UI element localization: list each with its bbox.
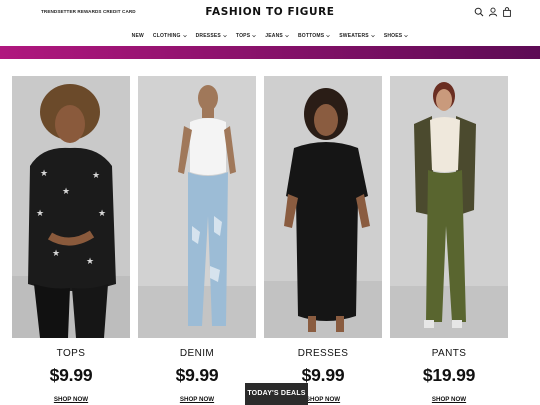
category-grid: ★ ★ ★ ★ ★ ★ ★ TOPS $9.99 SHOP NOW DENIM … <box>12 76 508 405</box>
category-card-dresses: DRESSES $9.99 SHOP NOW <box>264 76 382 405</box>
nav-item-new[interactable]: NEW <box>132 33 144 39</box>
svg-text:★: ★ <box>98 209 106 219</box>
nav-item-label: BOTTOMS <box>297 33 325 39</box>
nav-item-label: TOPS <box>235 33 251 39</box>
svg-text:★: ★ <box>36 209 44 219</box>
search-icon[interactable] <box>474 7 484 17</box>
bag-icon[interactable] <box>502 7 512 17</box>
category-photo-pants[interactable] <box>390 76 508 338</box>
chevron-down-icon <box>404 34 409 38</box>
svg-text:★: ★ <box>92 171 100 181</box>
nav-item-shoes[interactable]: SHOES <box>384 33 409 39</box>
chevron-down-icon <box>252 34 256 38</box>
category-price: $9.99 <box>49 365 93 385</box>
nav-item-clothing[interactable]: CLOTHING <box>153 33 187 39</box>
nav-item-dresses[interactable]: DRESSES <box>196 33 227 39</box>
nav-item-label: NEW <box>131 33 144 39</box>
category-title: PANTS <box>431 348 467 359</box>
nav-item-tops[interactable]: TOPS <box>236 33 256 39</box>
nav-item-bottoms[interactable]: BOTTOMS <box>298 33 330 39</box>
promo-banner[interactable] <box>0 46 540 59</box>
todays-deals-button[interactable]: TODAY'S DEALS <box>245 383 308 405</box>
category-photo-dresses[interactable] <box>264 76 382 338</box>
chevron-down-icon <box>223 34 227 38</box>
nav-item-jeans[interactable]: JEANS <box>265 33 289 39</box>
chevron-down-icon <box>182 34 187 38</box>
category-title: DENIM <box>179 348 215 359</box>
category-card-tops: ★ ★ ★ ★ ★ ★ ★ TOPS $9.99 SHOP NOW <box>12 76 130 405</box>
nav-item-label: CLOTHING <box>152 33 181 39</box>
category-title: TOPS <box>56 348 86 359</box>
category-card-denim: DENIM $9.99 SHOP NOW <box>138 76 256 405</box>
svg-text:★: ★ <box>52 249 60 259</box>
nav-item-sweaters[interactable]: SWEATERS <box>339 33 375 39</box>
category-price: $19.99 <box>422 365 476 385</box>
chevron-down-icon <box>326 34 330 38</box>
nav-item-label: DRESSES <box>195 33 221 39</box>
svg-text:★: ★ <box>62 187 70 197</box>
category-card-pants: PANTS $19.99 SHOP NOW <box>390 76 508 405</box>
category-photo-tops[interactable]: ★ ★ ★ ★ ★ ★ ★ <box>12 76 130 338</box>
nav-item-label: JEANS <box>265 33 283 39</box>
category-title: DRESSES <box>297 348 349 359</box>
site-logo[interactable]: FASHION TO FIGURE <box>0 6 540 18</box>
main-navigation: NEW CLOTHING DRESSES TOPS JEANS BOTTOMS … <box>0 31 540 41</box>
svg-text:★: ★ <box>40 169 48 179</box>
nav-item-label: SWEATERS <box>339 33 369 39</box>
shop-now-link[interactable]: SHOP NOW <box>138 396 256 403</box>
shop-now-link[interactable]: SHOP NOW <box>390 396 508 403</box>
category-photo-denim[interactable] <box>138 76 256 338</box>
chevron-down-icon <box>371 34 375 38</box>
svg-text:★: ★ <box>86 257 94 267</box>
category-price: $9.99 <box>175 365 219 385</box>
account-icon[interactable] <box>488 7 498 17</box>
chevron-down-icon <box>285 34 289 38</box>
top-bar: TRENDSETTER REWARDS CREDIT CARD FASHION … <box>0 0 540 26</box>
nav-item-label: SHOES <box>383 33 403 39</box>
shop-now-link[interactable]: SHOP NOW <box>12 396 130 403</box>
